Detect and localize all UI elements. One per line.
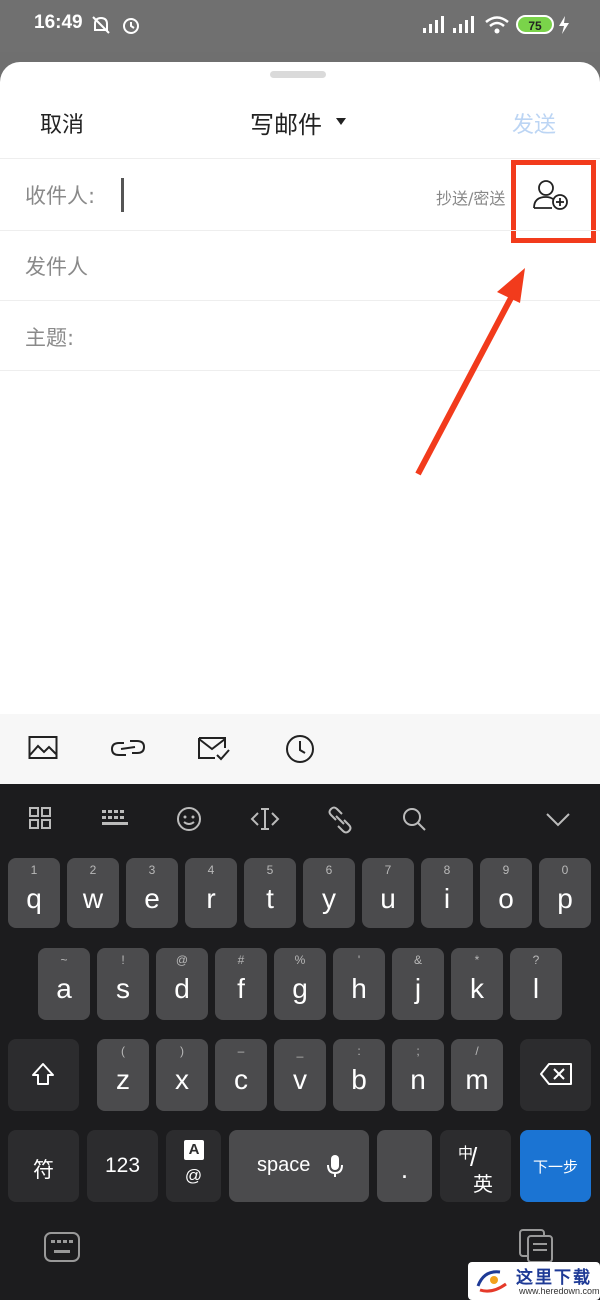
keyboard-layout-icon[interactable] [101,806,129,834]
mail-check-icon[interactable] [197,734,231,766]
add-contact-icon[interactable] [532,178,570,218]
period-key[interactable]: . [377,1130,432,1202]
attachment-toolbar [0,714,600,784]
key-i[interactable]: 8i [421,858,473,928]
shift-key[interactable] [8,1039,79,1111]
send-button[interactable]: 发送 [512,107,556,139]
watermark-text: 这里下载 [516,1268,592,1288]
wifi-icon [484,14,510,40]
watermark-logo-icon [474,1266,510,1300]
divider [0,370,600,371]
signal-hd-icon [452,14,476,38]
key-m[interactable]: / m [451,1039,503,1111]
charging-icon [558,16,570,38]
signal-icon [422,14,446,38]
search-icon[interactable] [401,806,427,836]
space-key[interactable]: space [229,1130,369,1202]
shift-icon [30,1061,56,1092]
sheet-handle[interactable] [270,71,326,78]
clock-icon[interactable] [285,734,315,768]
key-h[interactable]: ' h [333,948,385,1020]
from-label: 发件人 [25,255,88,279]
key-q[interactable]: 1q [8,858,60,928]
key-t[interactable]: 5t [244,858,296,928]
clipboard-link-icon[interactable] [326,806,354,838]
key-o[interactable]: 9o [480,858,532,928]
cursor-move-icon[interactable] [250,806,280,836]
alpha-symbol-key[interactable]: A @ [166,1130,221,1202]
from-row[interactable] [0,230,600,300]
emoji-icon[interactable] [176,806,202,836]
alarm-icon [120,14,142,40]
keyboard: 1q 2w 3e 4r 5t 6y 7u 8i 9o 0p ~ a ! s @ d #… [0,784,600,1300]
key-f[interactable]: # f [215,948,267,1020]
collapse-keyboard-icon[interactable] [544,806,572,836]
key-c[interactable]: – c [215,1039,267,1111]
key-y[interactable]: 6y [303,858,355,928]
key-e[interactable]: 3e [126,858,178,928]
key-g[interactable]: % g [274,948,326,1020]
status-bar: 16:49 75 [0,0,600,52]
key-z[interactable]: (z [97,1039,149,1111]
subject-row[interactable] [0,300,600,370]
link-icon[interactable] [110,734,146,766]
key-s[interactable]: ! s [97,948,149,1020]
next-key[interactable]: 下一步 [520,1130,591,1202]
text-cursor [121,178,124,212]
backspace-key[interactable] [520,1039,591,1111]
symbols-key[interactable]: 符 [8,1130,79,1202]
microphone-icon [327,1154,343,1183]
key-l[interactable]: ? l [510,948,562,1020]
subject-label: 主题: [25,326,75,350]
status-time: 16:49 [34,12,83,33]
image-icon[interactable] [28,734,58,766]
to-label: 收件人: [25,184,96,208]
key-j[interactable]: & j [392,948,444,1020]
key-d[interactable]: @ d [156,948,208,1020]
key-r[interactable]: 4r [185,858,237,928]
key-b[interactable]: :b [333,1039,385,1111]
cc-bcc-button[interactable]: 抄送/密送 [436,185,514,209]
mute-icon [90,14,112,40]
grid-menu-icon[interactable] [28,806,52,834]
battery-indicator: 75 [516,15,554,34]
language-switch-key[interactable]: 中 / 英 [440,1130,511,1202]
key-u[interactable]: 7u [362,858,414,928]
key-k[interactable]: * k [451,948,503,1020]
caret-down-icon[interactable] [336,118,346,125]
watermark-url: www.heredown.com [519,1286,600,1296]
keyboard-switch-icon[interactable] [43,1231,81,1267]
key-v[interactable]: _ v [274,1039,326,1111]
key-n[interactable]: ; n [392,1039,444,1111]
numbers-key[interactable]: 123 [87,1130,158,1202]
backspace-icon [539,1062,573,1091]
key-p[interactable]: 0p [539,858,591,928]
cancel-button[interactable]: 取消 [40,107,84,139]
key-a[interactable]: ~ a [38,948,90,1020]
key-w[interactable]: 2w [67,858,119,928]
compose-title[interactable]: 写邮件 [250,105,322,140]
key-x[interactable]: ) x [156,1039,208,1111]
